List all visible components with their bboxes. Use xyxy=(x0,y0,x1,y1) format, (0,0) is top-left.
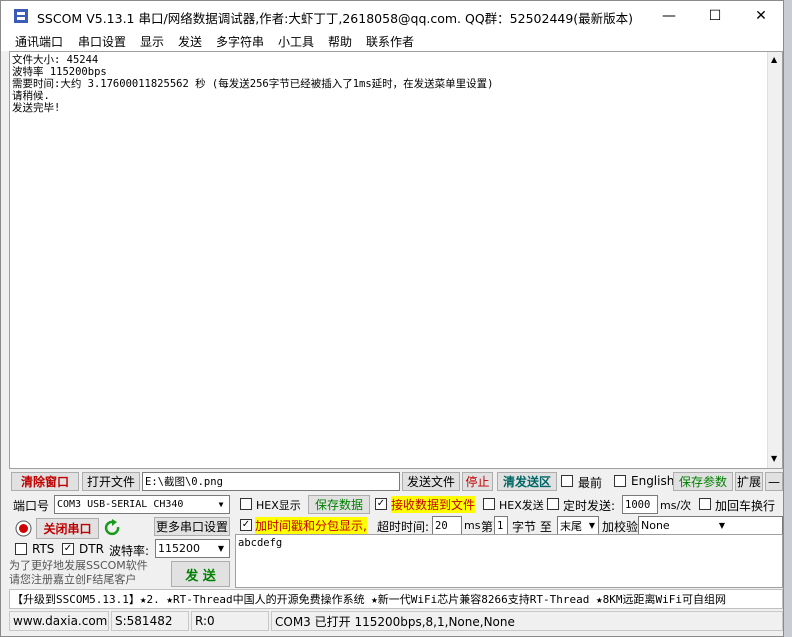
topmost-label: 最前 xyxy=(578,476,603,490)
timed-send-label: 定时发送: xyxy=(563,499,616,513)
checksum-value: None xyxy=(641,519,670,532)
receive-line: 请稍候. xyxy=(12,90,50,102)
add-crlf-checkbox[interactable] xyxy=(699,498,711,510)
checksum-select[interactable]: None ▼ xyxy=(638,516,783,535)
add-crlf-label: 加回车换行 xyxy=(715,499,776,513)
port-label: 端口号 xyxy=(13,499,50,513)
receive-line: 发送完毕! xyxy=(12,102,61,114)
baud-label: 波特率: xyxy=(109,544,150,558)
menu-multi-string[interactable]: 多字符串 xyxy=(216,33,264,50)
hex-display-checkbox[interactable] xyxy=(240,498,252,510)
status-bar: www.daxia.com S:581482 R:0 COM3 已打开 1152… xyxy=(1,611,783,631)
menu-tools[interactable]: 小工具 xyxy=(278,33,314,50)
send-file-button[interactable]: 发送文件 xyxy=(402,472,460,491)
baud-value: 115200 xyxy=(158,542,200,555)
file-path-input[interactable]: E:\截图\0.png xyxy=(142,472,400,491)
ad-banner[interactable]: 【升级到SSCOM5.13.1】★2. ★RT-Thread中国人的开源免费操作… xyxy=(9,589,783,609)
scroll-up-icon[interactable]: ▲ xyxy=(771,55,777,64)
hex-send-label: HEX发送 xyxy=(499,499,544,512)
menu-help[interactable]: 帮助 xyxy=(328,33,352,50)
timestamp-checkbox[interactable]: ✓ xyxy=(240,519,252,531)
minimize-button[interactable]: — xyxy=(646,1,692,31)
rts-label: RTS xyxy=(32,542,55,556)
collapse-button[interactable]: — xyxy=(765,472,783,491)
stop-button[interactable]: 停止 xyxy=(462,472,493,491)
chevron-down-icon: ▼ xyxy=(714,517,730,534)
timeout-input[interactable]: 20 xyxy=(432,516,462,535)
open-file-button[interactable]: 打开文件 xyxy=(82,472,140,491)
menu-port-settings[interactable]: 串口设置 xyxy=(78,33,126,50)
port-value: COM3 USB-SERIAL CH340 xyxy=(57,499,184,510)
hex-send-checkbox[interactable] xyxy=(483,498,495,510)
receive-line: 波特率 115200bps xyxy=(12,66,107,78)
close-button[interactable]: ✕ xyxy=(738,1,784,31)
end-value: 末尾 xyxy=(560,519,582,533)
end-select[interactable]: 末尾 ▼ xyxy=(557,516,599,535)
save-params-button[interactable]: 保存参数 xyxy=(673,472,733,491)
timeout-unit: ms xyxy=(464,519,481,532)
topmost-checkbox[interactable] xyxy=(561,475,573,487)
menu-comm-port[interactable]: 通讯端口 xyxy=(15,33,63,50)
english-label: English xyxy=(631,474,675,488)
timed-send-checkbox[interactable] xyxy=(547,498,559,510)
receive-line: 需要时间:大约 3.17600011825562 秒 (每发送256字节已经被插… xyxy=(12,78,494,90)
interval-unit: ms/次 xyxy=(660,499,692,512)
app-icon xyxy=(14,9,28,23)
receive-scrollbar[interactable]: ▲ ▼ xyxy=(767,52,782,468)
dtr-checkbox[interactable]: ✓ xyxy=(62,543,74,555)
menu-contact[interactable]: 联系作者 xyxy=(366,33,414,50)
timeout-label: 超时时间: xyxy=(377,520,430,534)
checksum-label: 加校验 xyxy=(602,520,639,534)
receive-area[interactable]: 文件大小: 45244 波特率 115200bps 需要时间:大约 3.1760… xyxy=(9,51,783,469)
close-port-button[interactable]: 关闭串口 xyxy=(36,518,99,539)
english-checkbox[interactable] xyxy=(614,475,626,487)
chevron-down-icon: ▼ xyxy=(586,517,598,534)
send-text: abcdefg xyxy=(238,537,283,549)
received-count: R:0 xyxy=(191,611,269,631)
rts-checkbox[interactable] xyxy=(15,543,27,555)
more-settings-button[interactable]: 更多串口设置 xyxy=(154,517,230,536)
dtr-label: DTR xyxy=(79,542,104,556)
send-input[interactable]: abcdefg xyxy=(235,534,783,588)
window-title: SSCOM V5.13.1 串口/网络数据调试器,作者:大虾丁丁,2618058… xyxy=(37,11,634,26)
promo-text[interactable]: 为了更好地发展SSCOM软件 请您注册嘉立创F结尾客户 xyxy=(9,559,148,587)
clear-window-button[interactable]: 清除窗口 xyxy=(11,472,79,491)
send-button[interactable]: 发 送 xyxy=(171,561,230,587)
menu-display[interactable]: 显示 xyxy=(140,33,164,50)
refresh-icon[interactable] xyxy=(104,519,122,537)
menu-bar: 通讯端口 串口设置 显示 发送 多字符串 小工具 帮助 联系作者 xyxy=(1,31,783,51)
byte-label: 字节 至 xyxy=(512,520,552,534)
baud-select[interactable]: 115200 ▼ xyxy=(155,539,230,558)
title-bar: SSCOM V5.13.1 串口/网络数据调试器,作者:大虾丁丁,2618058… xyxy=(1,1,783,31)
promo-line: 为了更好地发展SSCOM软件 xyxy=(9,559,148,572)
nth-label: 第 xyxy=(481,520,494,534)
maximize-button[interactable]: ☐ xyxy=(692,1,738,31)
receive-line: 文件大小: 45244 xyxy=(12,54,99,66)
nth-input[interactable]: 1 xyxy=(494,516,508,535)
expand-button[interactable]: 扩展 xyxy=(735,472,763,491)
promo-line: 请您注册嘉立创F结尾客户 xyxy=(9,573,137,586)
chevron-down-icon: ▼ xyxy=(213,496,229,513)
menu-send[interactable]: 发送 xyxy=(178,33,202,50)
recv-to-file-checkbox[interactable]: ✓ xyxy=(375,498,387,510)
website-link[interactable]: www.daxia.com xyxy=(9,611,109,631)
port-status-icon xyxy=(15,520,32,537)
chevron-down-icon: ▼ xyxy=(213,540,229,557)
timestamp-label: 加时间戳和分包显示, xyxy=(255,517,367,534)
main-window: SSCOM V5.13.1 串口/网络数据调试器,作者:大虾丁丁,2618058… xyxy=(0,0,784,637)
recv-to-file-label: 接收数据到文件 xyxy=(391,496,476,513)
port-select[interactable]: COM3 USB-SERIAL CH340 ▼ xyxy=(54,495,230,514)
clear-send-button[interactable]: 清发送区 xyxy=(497,472,557,491)
hex-display-label: HEX显示 xyxy=(256,499,301,512)
port-status-text: COM3 已打开 115200bps,8,1,None,None xyxy=(271,611,783,631)
scroll-down-icon[interactable]: ▼ xyxy=(771,454,777,463)
sent-count: S:581482 xyxy=(111,611,189,631)
save-data-button[interactable]: 保存数据 xyxy=(308,495,370,514)
interval-input[interactable]: 1000 xyxy=(622,495,658,514)
